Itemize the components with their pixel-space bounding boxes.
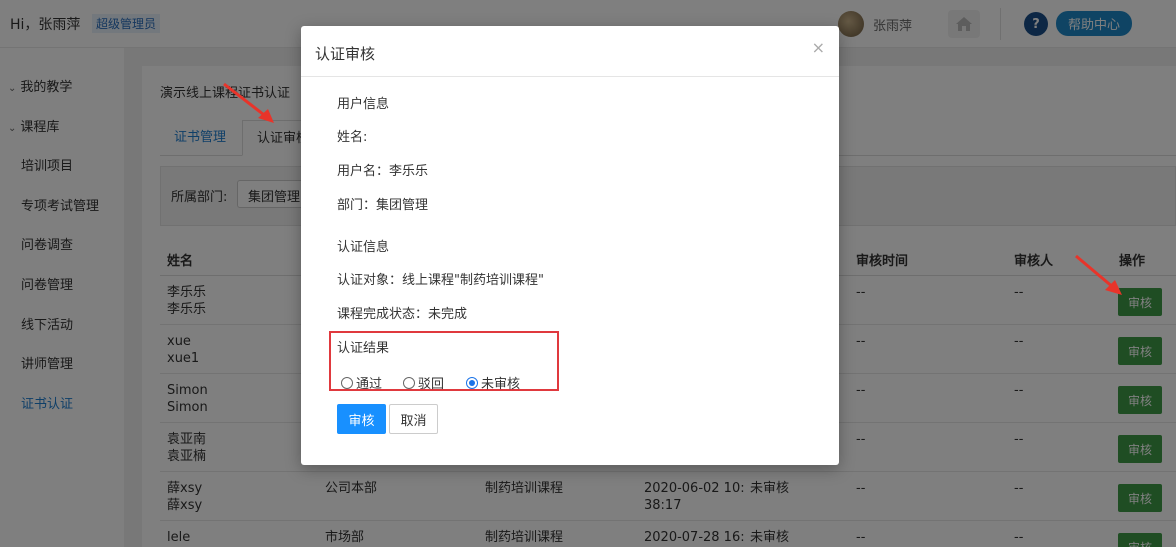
radio-pending[interactable]: 未审核: [466, 373, 520, 392]
username-line: 用户名：李乐乐: [337, 164, 429, 179]
name-line: 姓名:: [337, 130, 368, 145]
radio-pending-label: 未审核: [481, 377, 521, 392]
cert-info-heading: 认证信息: [337, 240, 390, 255]
dialog-divider: [301, 76, 839, 77]
radio-reject-dot[interactable]: [403, 376, 415, 389]
submit-review-button[interactable]: 审核: [337, 404, 386, 434]
department-line: 部门：集团管理: [337, 198, 429, 213]
annotation-arrow-review: [1075, 254, 1122, 295]
radio-reject-label: 驳回: [418, 377, 445, 392]
radio-pending-dot[interactable]: [466, 376, 478, 389]
annotation-arrow-tab: [223, 82, 274, 123]
cancel-button[interactable]: 取消: [389, 404, 438, 434]
radio-approve-label: 通过: [356, 377, 383, 392]
completion-status-line: 课程完成状态：未完成: [337, 307, 468, 322]
radio-approve[interactable]: 通过: [341, 373, 382, 392]
radio-reject[interactable]: 驳回: [403, 373, 444, 392]
result-heading: 认证结果: [337, 341, 390, 356]
radio-approve-dot[interactable]: [341, 376, 353, 389]
dialog-title: 认证审核: [315, 45, 376, 63]
certification-review-dialog: 认证审核 × 用户信息 姓名: 用户名：李乐乐 部门：集团管理 认证信息 认证对…: [301, 26, 839, 465]
close-icon[interactable]: ×: [812, 38, 825, 57]
cert-target-line: 认证对象：线上课程"制药培训课程": [337, 273, 544, 288]
user-info-heading: 用户信息: [337, 97, 390, 112]
